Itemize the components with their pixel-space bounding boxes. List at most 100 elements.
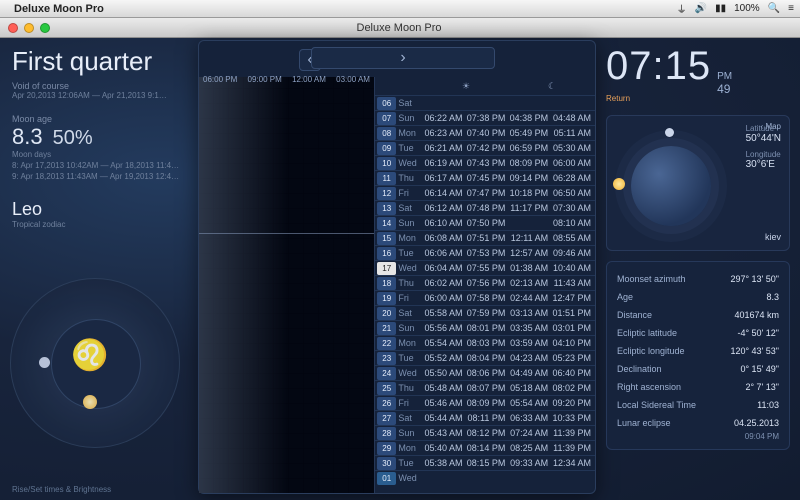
menu-extra-icon[interactable]: ≡ (788, 3, 794, 14)
time-cell: 05:48 AM (424, 383, 467, 393)
table-row[interactable]: 14Sun06:10 AM07:50 PM08:10 AM (375, 215, 595, 230)
time-cell: 12:11 AM (509, 233, 552, 243)
table-row[interactable]: 29Mon05:40 AM08:14 PM08:25 AM11:39 PM (375, 440, 595, 455)
moon-marker-icon (39, 357, 50, 368)
moon-header-icon: ☾ (509, 81, 595, 92)
table-row[interactable]: 07Sun06:22 AM07:38 PM04:38 PM04:48 AM (375, 110, 595, 125)
window-titlebar: Deluxe Moon Pro (0, 18, 800, 38)
longitude-label: Longitude (746, 150, 781, 159)
table-header: ☀ ☾ (375, 77, 595, 95)
table-row[interactable]: 10Wed06:19 AM07:43 PM08:09 PM06:00 AM (375, 155, 595, 170)
time-cell: 08:03 PM (467, 338, 510, 348)
time-cell: 07:51 PM (467, 233, 510, 243)
day-of-week: Sun (398, 113, 423, 123)
table-row[interactable]: 26Fri05:46 AM08:09 PM05:54 AM09:20 PM (375, 395, 595, 410)
day-badge: 29 (377, 442, 396, 455)
stat-key: Local Sidereal Time (617, 400, 696, 410)
table-row[interactable]: 21Sun05:56 AM08:01 PM03:35 AM03:01 PM (375, 320, 595, 335)
time-cell: 04:23 AM (509, 353, 552, 363)
day-badge: 24 (377, 367, 396, 380)
return-link[interactable]: Return (606, 94, 790, 103)
time-cell: 07:59 PM (467, 308, 510, 318)
time-cell: 05:43 AM (424, 428, 467, 438)
time-cell: 06:04 AM (424, 263, 467, 273)
table-row[interactable]: 24Wed05:50 AM08:06 PM04:49 AM06:40 PM (375, 365, 595, 380)
time-cell: 08:09 PM (467, 398, 510, 408)
table-row[interactable]: 19Fri06:00 AM07:58 PM02:44 AM12:47 PM (375, 290, 595, 305)
moon-day-row-1: 8: Apr 17,2013 10:42AM — Apr 18,2013 11:… (12, 161, 192, 170)
table-row[interactable]: 25Thu05:48 AM08:07 PM05:18 AM08:02 PM (375, 380, 595, 395)
table-row[interactable]: 27Sat05:44 AM08:11 PM06:33 AM10:33 PM (375, 410, 595, 425)
spotlight-icon[interactable]: 🔍 (768, 3, 780, 14)
time-cell: 06:00 AM (552, 158, 595, 168)
zoom-button[interactable] (40, 23, 50, 33)
menubar-app-name[interactable]: Deluxe Moon Pro (14, 3, 104, 15)
table-row[interactable]: 06Sat (375, 95, 595, 110)
table-row[interactable]: 08Mon06:23 AM07:40 PM05:49 PM05:11 AM (375, 125, 595, 140)
time-cell: 07:56 PM (467, 278, 510, 288)
time-cell: 07:55 PM (467, 263, 510, 273)
stat-value: 8.3 (766, 292, 779, 302)
time-cell: 05:54 AM (424, 338, 467, 348)
city-name[interactable]: kiev (765, 232, 781, 242)
table-row[interactable]: 01Wed (375, 470, 595, 485)
daylight-overlay (199, 77, 287, 493)
time-cell: 09:14 PM (509, 173, 552, 183)
minimize-button[interactable] (24, 23, 34, 33)
table-row[interactable]: 13Sat06:12 AM07:48 PM11:17 PM07:30 AM (375, 200, 595, 215)
stat-key: Distance (617, 310, 652, 320)
stat-row: Moonset azimuth297° 13' 50" (617, 270, 779, 288)
table-row[interactable]: 18Thu06:02 AM07:56 PM02:13 AM11:43 AM (375, 275, 595, 290)
time-cell: 08:01 PM (467, 323, 510, 333)
table-row[interactable]: 09Tue06:21 AM07:42 PM06:59 PM05:30 AM (375, 140, 595, 155)
day-of-week: Mon (398, 233, 423, 243)
day-of-week: Tue (398, 248, 423, 258)
globe-icon[interactable] (631, 146, 711, 226)
time-cell: 02:44 AM (509, 293, 552, 303)
day-of-week: Fri (398, 398, 423, 408)
time-cell: 08:14 PM (467, 443, 510, 453)
table-row[interactable]: 16Tue06:06 AM07:53 PM12:57 AM09:46 AM (375, 245, 595, 260)
time-cell: 11:17 PM (509, 203, 552, 213)
hour-header: 03:00 AM (336, 75, 370, 84)
time-cell: 04:48 AM (552, 113, 595, 123)
time-cell: 08:55 AM (552, 233, 595, 243)
table-row[interactable]: 28Sun05:43 AM08:12 PM07:24 AM11:39 PM (375, 425, 595, 440)
timeline-grid[interactable]: 06:00 PM 09:00 PM 12:00 AM 03:00 AM (199, 77, 375, 493)
table-row[interactable]: 17Wed06:04 AM07:55 PM01:38 AM10:40 AM (375, 260, 595, 275)
table-row[interactable]: 22Mon05:54 AM08:03 PM03:59 AM04:10 PM (375, 335, 595, 350)
day-badge: 28 (377, 427, 396, 440)
table-row[interactable]: 30Tue05:38 AM08:15 PM09:33 AM12:34 AM (375, 455, 595, 470)
zodiac-wheel[interactable]: ♌ (10, 278, 180, 448)
time-cell: 08:04 PM (467, 353, 510, 363)
time-cell: 11:43 AM (552, 278, 595, 288)
void-of-course-range: Apr 20,2013 12:06AM — Apr 21,2013 9:1… (12, 91, 192, 100)
day-badge: 20 (377, 307, 396, 320)
table-row[interactable]: 12Fri06:14 AM07:47 PM10:18 PM06:50 AM (375, 185, 595, 200)
table-row[interactable]: 20Sat05:58 AM07:59 PM03:13 AM01:51 PM (375, 305, 595, 320)
table-row[interactable]: 23Tue05:52 AM08:04 PM04:23 AM05:23 PM (375, 350, 595, 365)
stat-row: Right ascension2° 7' 13" (617, 378, 779, 396)
day-of-week: Fri (398, 188, 423, 198)
hour-headers: 06:00 PM 09:00 PM 12:00 AM 03:00 AM (203, 75, 370, 84)
close-button[interactable] (8, 23, 18, 33)
time-cell: 05:58 AM (424, 308, 467, 318)
volume-icon[interactable]: 🔊 (695, 3, 707, 14)
right-column: 07:15 PM 49 Return Map Latitude 50°44'N … (606, 44, 790, 450)
time-cell: 08:09 PM (509, 158, 552, 168)
clock-seconds: 49 (717, 82, 730, 96)
wifi-icon[interactable]: ⏚ (677, 1, 687, 16)
illumination-value: 50% (53, 127, 93, 150)
table-row[interactable]: 11Thu06:17 AM07:45 PM09:14 PM06:28 AM (375, 170, 595, 185)
stat-value: 0° 15' 49" (740, 364, 779, 374)
calendar-table: ☀ ☾ 06Sat07Sun06:22 AM07:38 PM04:38 PM04… (375, 77, 595, 493)
battery-icon[interactable]: ▮▮ (715, 3, 726, 14)
time-cell: 09:33 AM (509, 458, 552, 468)
next-month-button[interactable]: › (311, 47, 495, 69)
left-column: First quarter Void of course Apr 20,2013… (12, 46, 192, 229)
table-row[interactable]: 15Mon06:08 AM07:51 PM12:11 AM08:55 AM (375, 230, 595, 245)
day-of-week: Mon (398, 338, 423, 348)
stat-key: Lunar eclipse (617, 418, 671, 428)
day-badge: 26 (377, 397, 396, 410)
stat-row: Ecliptic latitude-4° 50' 12" (617, 324, 779, 342)
